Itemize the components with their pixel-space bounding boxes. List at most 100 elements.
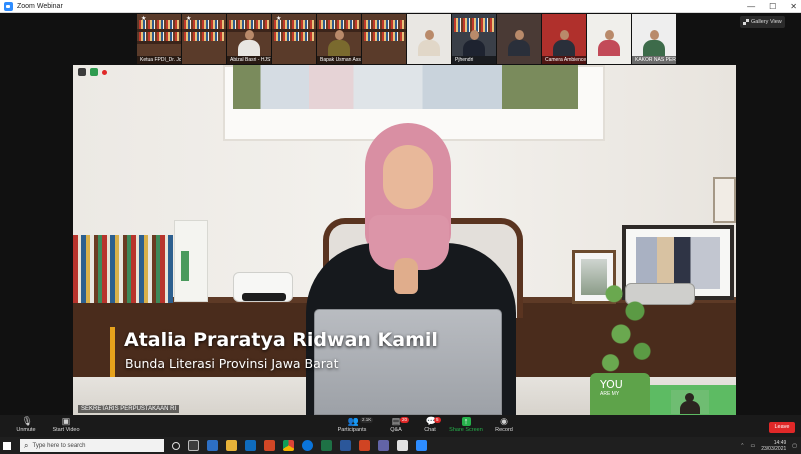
- windows-logo-icon: [3, 441, 11, 450]
- gallery-tile[interactable]: [497, 14, 541, 64]
- gallery-tile[interactable]: ★: [182, 14, 226, 64]
- record-label: Record: [495, 427, 513, 433]
- tile-name: Bapak Usman Assbidi...: [317, 56, 361, 64]
- gallery-tile[interactable]: [587, 14, 631, 64]
- excel-icon[interactable]: [321, 440, 332, 451]
- windows-taskbar: ⌕ Type here to search ⌃ ▭ 14:49 23/03/20…: [0, 437, 801, 454]
- maximize-icon[interactable]: ☐: [769, 2, 776, 11]
- shelf: [137, 41, 181, 44]
- store-icon[interactable]: [245, 440, 256, 451]
- video-status-icons: [78, 68, 107, 76]
- task-view-icon[interactable]: [188, 440, 199, 451]
- star-icon: ★: [276, 16, 282, 22]
- tile-name: Camera Ambience ...: [542, 56, 586, 64]
- bookshelf: [364, 20, 404, 29]
- chat-label: Chat: [424, 427, 436, 433]
- powerpoint-icon[interactable]: [359, 440, 370, 451]
- word-icon[interactable]: [340, 440, 351, 451]
- participant-figure: [643, 30, 665, 56]
- microphone-icon: 🎙: [21, 416, 33, 426]
- speaker-name: Atalia Praratya Ridwan Kamil: [124, 329, 438, 351]
- gallery-tile[interactable]: Bapak Usman Assbidi...: [317, 14, 361, 64]
- name-accent-bar: [110, 327, 115, 377]
- close-icon[interactable]: ✕: [790, 2, 797, 11]
- bookshelf: [184, 32, 224, 41]
- cortana-icon[interactable]: [172, 441, 180, 450]
- app-icon[interactable]: [207, 440, 218, 451]
- meeting-controls: 🎙 Unmute ▣ Start Video 👥 2.1K Participan…: [0, 415, 801, 437]
- gallery-tile[interactable]: [362, 14, 406, 64]
- window-controls: — ☐ ✕: [747, 0, 797, 13]
- bookshelf: [274, 32, 314, 41]
- video-camera-icon: ▣: [61, 416, 71, 426]
- minimize-icon[interactable]: —: [747, 2, 755, 11]
- network-icon[interactable]: ▭: [751, 443, 756, 449]
- pot-text: YOU: [600, 378, 623, 391]
- participant-figure: [508, 30, 530, 56]
- participant-figure: [598, 30, 620, 56]
- apple-logo-icon: [401, 350, 417, 368]
- taskbar-search[interactable]: ⌕ Type here to search: [20, 439, 164, 452]
- book-box: [174, 220, 208, 302]
- tile-name: Ketua FPDI_Dr. Jon...: [137, 56, 181, 64]
- star-icon: ★: [186, 16, 192, 22]
- start-button[interactable]: [0, 437, 14, 454]
- chrome-icon[interactable]: [283, 440, 294, 451]
- bookshelf: [319, 20, 359, 29]
- bookshelf: [229, 20, 269, 29]
- start-video-label: Start Video: [52, 427, 80, 433]
- gallery-tile[interactable]: ★: [272, 14, 316, 64]
- share-screen-button[interactable]: ↑ Share Screen: [446, 417, 486, 437]
- tile-name: KAKOR NAS PERPUST...: [632, 56, 676, 64]
- unmute-button[interactable]: 🎙 Unmute: [6, 417, 46, 437]
- gallery-tile[interactable]: Camera Ambience ...: [542, 14, 586, 64]
- participants-button[interactable]: 👥 2.1K Participants: [330, 417, 374, 437]
- app-icon[interactable]: [397, 440, 408, 451]
- notification-area-icon[interactable]: ⌃: [740, 443, 744, 449]
- painting: [233, 65, 578, 109]
- record-button[interactable]: ◉ Record: [484, 417, 524, 437]
- gallery-tile[interactable]: [407, 14, 451, 64]
- tile-name: Pjhendri: [452, 56, 496, 64]
- zoom-taskbar-icon[interactable]: [416, 440, 427, 451]
- notifications-icon[interactable]: ▢: [792, 443, 797, 449]
- qa-badge: 20: [400, 417, 410, 423]
- gallery-tile[interactable]: KAKOR NAS PERPUST...: [632, 14, 676, 64]
- self-video-thumbnail[interactable]: [671, 390, 709, 414]
- pot-subtext: ARE MY: [600, 391, 620, 397]
- speaker-hands: [394, 258, 418, 294]
- file-explorer-icon[interactable]: [226, 440, 237, 451]
- participants-label: Participants: [337, 427, 367, 433]
- active-speaker-video: YOU ARE MY Atalia Praratya Ridwan Kamil …: [73, 65, 736, 415]
- unmute-label: Unmute: [16, 427, 36, 433]
- start-video-button[interactable]: ▣ Start Video: [46, 417, 86, 437]
- gallery-tile[interactable]: ★ Ketua FPDI_Dr. Jon...: [137, 14, 181, 64]
- grid-icon: [743, 19, 749, 25]
- participants-icon: 👥: [347, 416, 359, 426]
- record-icon: ◉: [500, 416, 508, 426]
- edge-icon[interactable]: [302, 440, 313, 451]
- taskbar-clock[interactable]: 14:49 23/03/2021: [761, 440, 786, 452]
- chat-button[interactable]: 💬 5 Chat: [410, 417, 450, 437]
- gallery-view-button[interactable]: Gallery View: [740, 16, 785, 28]
- plant-pot: YOU ARE MY: [590, 373, 650, 415]
- taskbar-apps: [172, 440, 427, 451]
- system-tray: ⌃ ▭ 14:49 23/03/2021 ▢: [740, 437, 797, 454]
- meeting-area: ★ Ketua FPDI_Dr. Jon... ★ Abizal Basri -…: [0, 13, 801, 437]
- qa-label: Q&A: [390, 427, 402, 433]
- tile-name: Abizal Basri - HJST: [227, 56, 271, 64]
- app-icon[interactable]: [264, 440, 275, 451]
- search-placeholder: Type here to search: [32, 442, 86, 449]
- plant: [593, 265, 663, 380]
- bookshelf: [139, 32, 179, 41]
- record-status-icon: [78, 68, 86, 76]
- participant-figure: [418, 30, 440, 56]
- books: [73, 235, 173, 303]
- leave-button[interactable]: Leave: [769, 422, 795, 433]
- participant-label: SEKRETARIS PERPUSTAKAAN RI: [78, 405, 180, 413]
- teams-icon[interactable]: [378, 440, 389, 451]
- desk-device: [233, 272, 293, 302]
- gallery-tile[interactable]: Abizal Basri - HJST: [227, 14, 271, 64]
- gallery-tile[interactable]: Pjhendri: [452, 14, 496, 64]
- share-screen-icon: ↑: [461, 417, 471, 426]
